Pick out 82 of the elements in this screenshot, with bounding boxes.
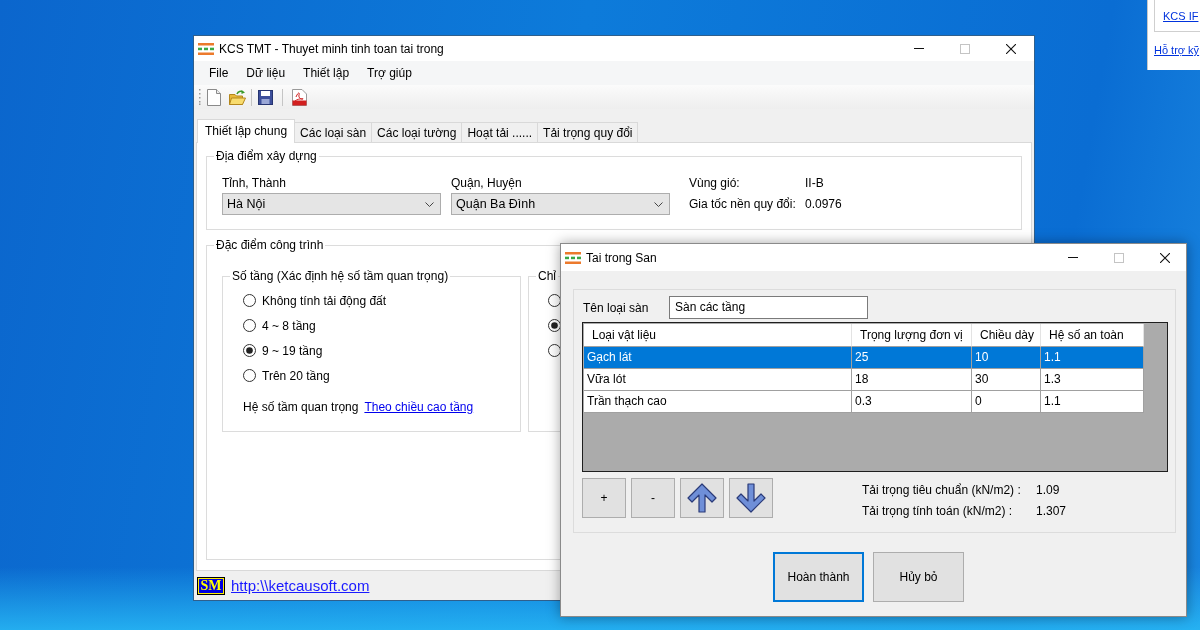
column-header[interactable]: Chiều dày — [972, 324, 1041, 347]
radio-button[interactable] — [243, 319, 256, 332]
table-cell: 18 — [852, 369, 972, 391]
window-title: Tai trong San — [586, 250, 657, 265]
link[interactable]: KCS IF — [1163, 9, 1199, 23]
table-cell: 1.1 — [1041, 347, 1144, 369]
radio-button[interactable] — [548, 319, 561, 332]
website-link[interactable]: http:\\ketcausoft.com — [231, 577, 370, 594]
table-row[interactable]: Vữa lót 18 30 1.3 — [584, 369, 1144, 391]
result-label: Tải trọng tiêu chuẩn (kN/m2) : — [862, 483, 1022, 497]
field-label: Tên loại sàn — [582, 300, 650, 315]
column-header[interactable]: Loại vật liệu — [584, 324, 852, 347]
tab[interactable]: Thiết lập chung — [197, 119, 296, 143]
radio-label[interactable]: 4 ~ 8 tầng — [262, 318, 316, 333]
column-header[interactable]: Hệ số an toàn — [1041, 324, 1144, 347]
group-title: Địa điểm xây dựng — [214, 149, 319, 164]
field-label: Hệ số tầm quan trọng — [243, 399, 359, 414]
info-label: Vùng gió: — [689, 176, 741, 190]
group-title: Số tầng (Xác định hệ số tầm quan trọng) — [230, 269, 451, 284]
text-field[interactable]: Sàn các tầng — [669, 296, 868, 319]
group-title: Đặc điểm công trình — [214, 238, 326, 253]
tab[interactable]: Tải trọng quy đổi — [537, 122, 639, 142]
menu-item[interactable]: Dữ liệu — [246, 66, 286, 80]
info-value: II-B — [805, 176, 825, 190]
pdf-icon[interactable] — [292, 88, 307, 106]
move-up-button[interactable] — [680, 478, 724, 518]
radio-label[interactable]: 9 ~ 19 tầng — [262, 343, 323, 358]
dialog-button[interactable]: Hủy bỏ — [873, 552, 964, 602]
table-row[interactable]: Gạch lát 25 10 1.1 — [584, 347, 1144, 369]
arrow-down-icon — [735, 482, 767, 514]
link[interactable]: Hỗ trợ kỹ — [1154, 43, 1200, 57]
table-cell: Vữa lót — [584, 369, 852, 391]
field-label: Quận, Huyện — [451, 176, 523, 190]
table-cell: 1.1 — [1041, 391, 1144, 413]
result-label: Tải trọng tính toán (kN/m2) : — [862, 504, 1014, 518]
lines-icon — [565, 251, 581, 264]
radio-button[interactable] — [548, 344, 561, 357]
close-icon[interactable] — [1006, 43, 1016, 54]
result-value: 1.09 — [1036, 483, 1061, 497]
window-title: KCS TMT - Thuyet minh tinh toan tai trong — [219, 41, 444, 56]
field-label: Tỉnh, Thành — [222, 176, 287, 190]
radio-label[interactable]: Trên 20 tầng — [262, 368, 330, 383]
column-header[interactable]: Trọng lượng đơn vị — [852, 324, 972, 347]
table-cell: Gạch lát — [584, 347, 852, 369]
arrow-up-icon — [686, 482, 718, 514]
link[interactable]: Theo chiều cao tầng — [364, 399, 474, 414]
dialog-button[interactable]: Hoàn thành — [773, 552, 864, 602]
info-value: 0.0976 — [805, 197, 842, 211]
table-cell: 30 — [972, 369, 1041, 391]
radio-button[interactable] — [243, 369, 256, 382]
tab[interactable]: Các loại sàn — [294, 122, 373, 142]
table-cell: 10 — [972, 347, 1041, 369]
radio-button[interactable] — [243, 344, 256, 357]
dropdown[interactable]: Hà Nội — [222, 193, 441, 215]
menu-item[interactable]: Thiết lập — [303, 66, 350, 80]
dropdown[interactable]: Quận Ba Đình — [451, 193, 670, 215]
radio-button[interactable] — [243, 294, 256, 307]
table-row[interactable]: Trần thạch cao 0.3 0 1.1 — [584, 391, 1144, 413]
close-icon[interactable] — [1160, 252, 1170, 263]
document-icon[interactable] — [207, 88, 221, 106]
table-cell: 0.3 — [852, 391, 972, 413]
result-value: 1.307 — [1036, 504, 1067, 518]
grip-icon — [198, 89, 201, 105]
chevron-down-icon — [425, 201, 434, 207]
logo: SM — [197, 576, 225, 595]
chevron-down-icon — [654, 201, 663, 207]
radio-label[interactable]: Không tính tải động đất — [262, 293, 387, 308]
tab[interactable]: Các loại tường — [371, 122, 463, 142]
lines-icon — [198, 42, 214, 55]
move-down-button[interactable] — [729, 478, 773, 518]
table-cell: Trần thạch cao — [584, 391, 852, 413]
menu-item[interactable]: File — [209, 66, 229, 80]
folder-icon[interactable] — [229, 89, 246, 105]
tab[interactable]: Hoạt tải ...... — [461, 122, 539, 142]
table-cell: 25 — [852, 347, 972, 369]
info-label: Gia tốc nền quy đổi: — [689, 197, 797, 211]
row-button[interactable]: - — [631, 478, 675, 518]
table-cell: 0 — [972, 391, 1041, 413]
table-cell: 1.3 — [1041, 369, 1144, 391]
menu-item[interactable]: Trợ giúp — [367, 66, 412, 80]
row-button[interactable]: + — [582, 478, 626, 518]
radio-button[interactable] — [548, 294, 561, 307]
